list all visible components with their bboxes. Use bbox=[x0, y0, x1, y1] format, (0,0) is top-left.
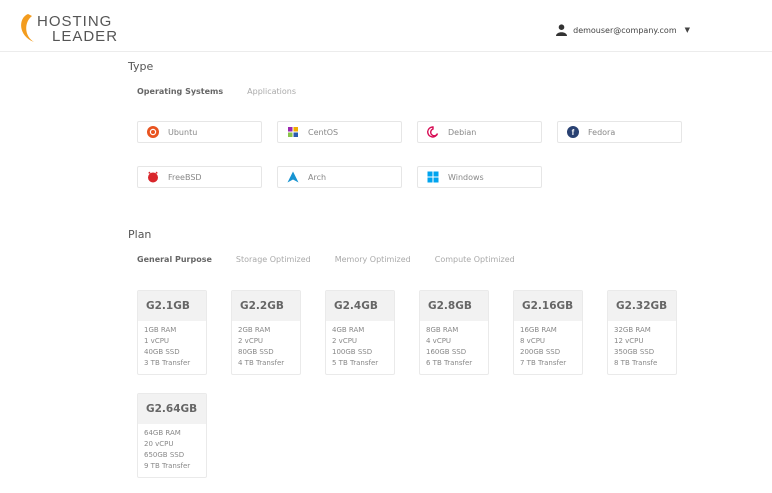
plan-ssd: 80GB SSD bbox=[238, 348, 274, 356]
tab-compute-optimized[interactable]: Compute Optimized bbox=[435, 255, 515, 264]
plan-specs: 64GB RAM 20 vCPU 650GB SSD 9 TB Transfer bbox=[138, 424, 206, 472]
plan-vcpu: 12 vCPU bbox=[614, 337, 644, 345]
plan-tabs: General Purpose Storage Optimized Memory… bbox=[137, 255, 515, 264]
top-bar: HOSTING LEADER demouser@company.com ▼ bbox=[0, 0, 772, 52]
os-option-windows[interactable]: Windows bbox=[417, 166, 542, 188]
plan-name: G2.32GB bbox=[608, 291, 676, 321]
plan-specs: 4GB RAM 2 vCPU 100GB SSD 5 TB Transfer bbox=[326, 321, 394, 369]
plan-vcpu: 2 vCPU bbox=[332, 337, 358, 345]
plan-transfer: 4 TB Transfer bbox=[238, 359, 285, 367]
plan-transfer: 7 TB Transfer bbox=[520, 359, 567, 367]
os-label: Arch bbox=[308, 172, 327, 182]
arch-icon bbox=[287, 171, 299, 183]
plan-card-g2-4gb[interactable]: G2.4GB 4GB RAM 2 vCPU 100GB SSD 5 TB Tra… bbox=[325, 290, 395, 375]
debian-icon bbox=[427, 126, 439, 138]
os-label: Fedora bbox=[588, 127, 616, 137]
plan-name: G2.4GB bbox=[326, 291, 394, 321]
plan-ram: 64GB RAM bbox=[144, 429, 181, 437]
plan-specs: 2GB RAM 2 vCPU 80GB SSD 4 TB Transfer bbox=[232, 321, 300, 369]
os-option-debian[interactable]: Debian bbox=[417, 121, 542, 143]
user-menu[interactable]: demouser@company.com ▼ bbox=[556, 22, 690, 38]
plan-ram: 8GB RAM bbox=[426, 326, 459, 334]
plan-name: G2.8GB bbox=[420, 291, 488, 321]
plan-transfer: 9 TB Transfer bbox=[144, 462, 191, 470]
os-option-ubuntu[interactable]: Ubuntu bbox=[137, 121, 262, 143]
tab-applications[interactable]: Applications bbox=[247, 87, 296, 96]
os-label: FreeBSD bbox=[168, 172, 202, 182]
os-label: Ubuntu bbox=[168, 127, 198, 137]
plan-transfer: 3 TB Transfer bbox=[144, 359, 191, 367]
type-tabs: Operating Systems Applications bbox=[137, 87, 296, 96]
plan-name: G2.2GB bbox=[232, 291, 300, 321]
plan-card-g2-1gb[interactable]: G2.1GB 1GB RAM 1 vCPU 40GB SSD 3 TB Tran… bbox=[137, 290, 207, 375]
logo-text-leader: LEADER bbox=[52, 28, 119, 45]
plan-card-g2-2gb[interactable]: G2.2GB 2GB RAM 2 vCPU 80GB SSD 4 TB Tran… bbox=[231, 290, 301, 375]
os-label: Windows bbox=[448, 172, 484, 182]
plan-name: G2.1GB bbox=[138, 291, 206, 321]
os-option-freebsd[interactable]: FreeBSD bbox=[137, 166, 262, 188]
plan-ssd: 100GB SSD bbox=[332, 348, 373, 356]
plan-ram: 32GB RAM bbox=[614, 326, 651, 334]
plan-card-g2-32gb[interactable]: G2.32GB 32GB RAM 12 vCPU 350GB SSD 8 TB … bbox=[607, 290, 677, 375]
plan-specs: 1GB RAM 1 vCPU 40GB SSD 3 TB Transfer bbox=[138, 321, 206, 369]
plan-ram: 1GB RAM bbox=[144, 326, 177, 334]
plan-specs: 32GB RAM 12 vCPU 350GB SSD 8 TB Transfe bbox=[608, 321, 676, 369]
plan-ssd: 200GB SSD bbox=[520, 348, 561, 356]
plan-ram: 2GB RAM bbox=[238, 326, 271, 334]
plan-section-title: Plan bbox=[128, 228, 152, 241]
svg-text:f: f bbox=[572, 128, 575, 137]
user-icon bbox=[556, 24, 568, 36]
os-option-centos[interactable]: CentOS bbox=[277, 121, 402, 143]
plan-card-g2-64gb[interactable]: G2.64GB 64GB RAM 20 vCPU 650GB SSD 9 TB … bbox=[137, 393, 207, 478]
tab-operating-systems[interactable]: Operating Systems bbox=[137, 87, 223, 96]
type-section-title: Type bbox=[128, 60, 154, 73]
ubuntu-icon bbox=[147, 126, 159, 138]
plan-ssd: 160GB SSD bbox=[426, 348, 467, 356]
plan-ram: 16GB RAM bbox=[520, 326, 557, 334]
plan-ssd: 40GB SSD bbox=[144, 348, 180, 356]
user-email: demouser@company.com bbox=[573, 25, 677, 35]
plan-ssd: 350GB SSD bbox=[614, 348, 655, 356]
os-label: Debian bbox=[448, 127, 477, 137]
plan-vcpu: 1 vCPU bbox=[144, 337, 170, 345]
chevron-down-icon: ▼ bbox=[684, 26, 690, 34]
windows-icon bbox=[427, 171, 439, 183]
tab-storage-optimized[interactable]: Storage Optimized bbox=[236, 255, 311, 264]
plan-card-g2-16gb[interactable]: G2.16GB 16GB RAM 8 vCPU 200GB SSD 7 TB T… bbox=[513, 290, 583, 375]
os-option-fedora[interactable]: f Fedora bbox=[557, 121, 682, 143]
hosting-leader-logo[interactable]: HOSTING LEADER bbox=[14, 10, 134, 46]
plan-card-g2-8gb[interactable]: G2.8GB 8GB RAM 4 vCPU 160GB SSD 6 TB Tra… bbox=[419, 290, 489, 375]
centos-icon bbox=[288, 127, 298, 137]
tab-memory-optimized[interactable]: Memory Optimized bbox=[335, 255, 411, 264]
plan-vcpu: 20 vCPU bbox=[144, 440, 174, 448]
plan-transfer: 8 TB Transfe bbox=[614, 359, 658, 367]
plan-vcpu: 4 vCPU bbox=[426, 337, 452, 345]
plan-vcpu: 2 vCPU bbox=[238, 337, 264, 345]
plan-ram: 4GB RAM bbox=[332, 326, 365, 334]
plan-transfer: 6 TB Transfer bbox=[426, 359, 473, 367]
plan-specs: 8GB RAM 4 vCPU 160GB SSD 6 TB Transfer bbox=[420, 321, 488, 369]
freebsd-icon bbox=[148, 171, 158, 183]
plan-transfer: 5 TB Transfer bbox=[332, 359, 379, 367]
os-label: CentOS bbox=[308, 127, 339, 137]
plan-specs: 16GB RAM 8 vCPU 200GB SSD 7 TB Transfer bbox=[514, 321, 582, 369]
plan-name: G2.16GB bbox=[514, 291, 582, 321]
plan-name: G2.64GB bbox=[138, 394, 206, 424]
os-option-arch[interactable]: Arch bbox=[277, 166, 402, 188]
plan-vcpu: 8 vCPU bbox=[520, 337, 546, 345]
fedora-icon: f bbox=[567, 126, 579, 138]
plan-ssd: 650GB SSD bbox=[144, 451, 185, 459]
tab-general-purpose[interactable]: General Purpose bbox=[137, 255, 212, 264]
